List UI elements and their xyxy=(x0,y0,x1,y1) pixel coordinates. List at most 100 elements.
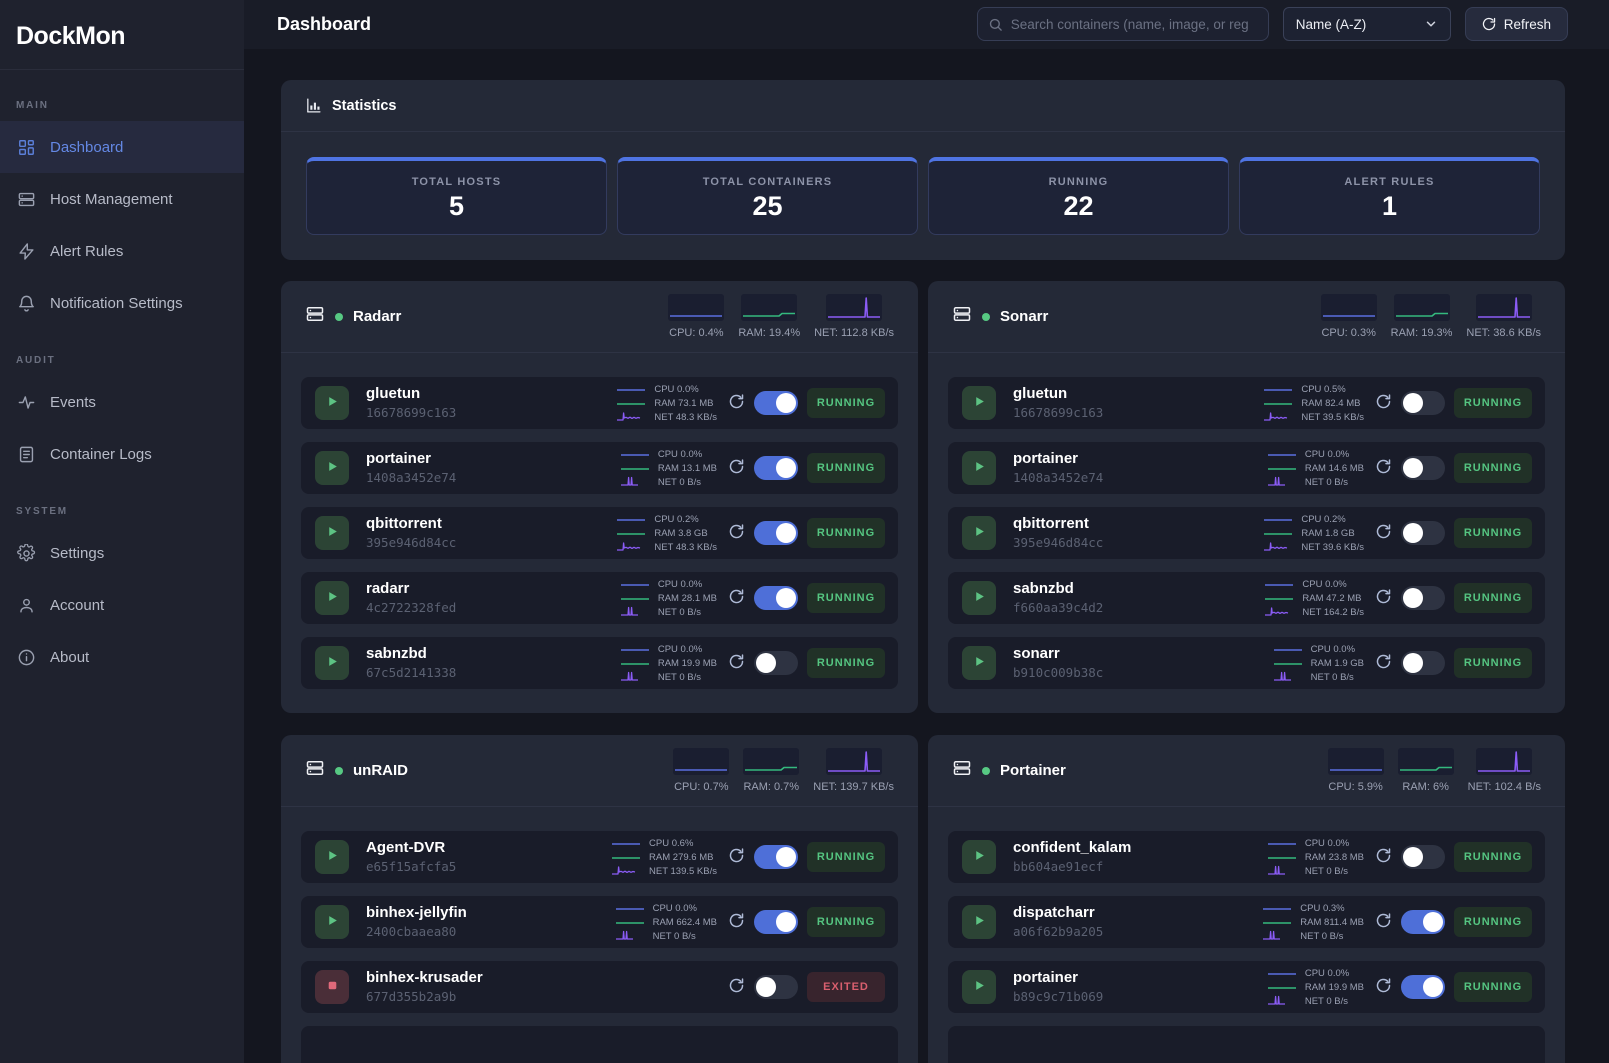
container-row[interactable]: confident_kalam bb604ae91ecf CPU 0.0% RA… xyxy=(948,831,1545,883)
auto-restart-toggle[interactable] xyxy=(1401,910,1445,934)
auto-restart-toggle[interactable] xyxy=(754,586,798,610)
sidebar-item-container-logs[interactable]: Container Logs xyxy=(0,428,244,480)
container-row[interactable]: binhex-jellyfin 2400cbaaea80 CPU 0.0% RA… xyxy=(301,896,898,948)
auto-restart-toggle[interactable] xyxy=(1401,975,1445,999)
play-icon xyxy=(326,395,339,411)
auto-restart-toggle[interactable] xyxy=(1401,845,1445,869)
container-row[interactable]: portainer b89c9c71b069 CPU 0.0% RAM 19.9… xyxy=(948,961,1545,1013)
container-id: 67c5d2141338 xyxy=(366,665,456,680)
start-button[interactable] xyxy=(315,581,349,615)
restart-button[interactable] xyxy=(728,588,745,608)
start-button[interactable] xyxy=(962,516,996,550)
container-row[interactable]: sonarr b910c009b38c CPU 0.0% RAM 1.9 GB … xyxy=(948,637,1545,689)
auto-restart-toggle[interactable] xyxy=(1401,521,1445,545)
container-id: b910c009b38c xyxy=(1013,665,1103,680)
restart-button[interactable] xyxy=(1375,588,1392,608)
stop-button[interactable] xyxy=(315,970,349,1004)
restart-button[interactable] xyxy=(1375,847,1392,867)
restart-button[interactable] xyxy=(1375,912,1392,932)
auto-restart-toggle[interactable] xyxy=(754,651,798,675)
ram-value: RAM 811.4 MB xyxy=(1300,917,1364,928)
start-button[interactable] xyxy=(962,646,996,680)
play-icon xyxy=(973,849,986,865)
restart-button[interactable] xyxy=(728,977,745,997)
container-identity: binhex-jellyfin 2400cbaaea80 xyxy=(366,905,467,940)
container-mini-stats: CPU 0.3% RAM 811.4 MB NET 0 B/s xyxy=(1262,902,1364,943)
sidebar-item-about[interactable]: About xyxy=(0,631,244,683)
auto-restart-toggle[interactable] xyxy=(1401,456,1445,480)
container-row[interactable]: sabnzbd 67c5d2141338 CPU 0.0% RAM 19.9 M… xyxy=(301,637,898,689)
auto-restart-toggle[interactable] xyxy=(754,845,798,869)
container-row[interactable]: binhex-krusader 677d355b2a9b EXITED xyxy=(301,961,898,1013)
container-mini-stats: CPU 0.0% RAM 19.9 MB NET 0 B/s xyxy=(620,643,717,684)
auto-restart-toggle[interactable] xyxy=(754,521,798,545)
restart-button[interactable] xyxy=(728,523,745,543)
start-button[interactable] xyxy=(315,905,349,939)
restart-button[interactable] xyxy=(1375,977,1392,997)
restart-button[interactable] xyxy=(1375,393,1392,413)
sidebar-item-events[interactable]: Events xyxy=(0,376,244,428)
container-row[interactable]: portainer 1408a3452e74 CPU 0.0% RAM 13.1… xyxy=(301,442,898,494)
start-button[interactable] xyxy=(962,451,996,485)
container-row[interactable]: dispatcharr a06f62b9a205 CPU 0.3% RAM 81… xyxy=(948,896,1545,948)
restart-button[interactable] xyxy=(1375,653,1392,673)
auto-restart-toggle[interactable] xyxy=(754,456,798,480)
container-row[interactable] xyxy=(301,1026,898,1063)
sidebar-item-account[interactable]: Account xyxy=(0,579,244,631)
restart-button[interactable] xyxy=(728,653,745,673)
auto-restart-toggle[interactable] xyxy=(1401,586,1445,610)
container-row[interactable]: gluetun 16678699c163 CPU 0.5% RAM 82.4 M… xyxy=(948,377,1545,429)
status-badge: RUNNING xyxy=(1454,907,1532,937)
start-button[interactable] xyxy=(315,451,349,485)
restart-button[interactable] xyxy=(1375,523,1392,543)
start-button[interactable] xyxy=(315,840,349,874)
auto-restart-toggle[interactable] xyxy=(1401,391,1445,415)
status-badge: RUNNING xyxy=(807,518,885,548)
auto-restart-toggle[interactable] xyxy=(754,910,798,934)
sidebar-item-dashboard[interactable]: Dashboard xyxy=(0,121,244,173)
search-box[interactable] xyxy=(977,7,1269,41)
container-row[interactable]: Agent-DVR e65f15afcfa5 CPU 0.6% RAM 279.… xyxy=(301,831,898,883)
container-row[interactable]: radarr 4c2722328fed CPU 0.0% RAM 28.1 MB… xyxy=(301,572,898,624)
container-id: 1408a3452e74 xyxy=(1013,470,1103,485)
start-button[interactable] xyxy=(962,905,996,939)
sort-dropdown[interactable]: Name (A-Z) xyxy=(1283,7,1451,41)
start-button[interactable] xyxy=(315,516,349,550)
ram-value: RAM 73.1 MB xyxy=(654,398,713,409)
start-button[interactable] xyxy=(962,386,996,420)
sidebar-item-settings[interactable]: Settings xyxy=(0,527,244,579)
container-id: f660aa39c4d2 xyxy=(1013,600,1103,615)
auto-restart-toggle[interactable] xyxy=(754,391,798,415)
restart-icon xyxy=(1375,588,1392,608)
search-input[interactable] xyxy=(1011,17,1258,32)
net-value: NET 0 B/s xyxy=(653,931,696,942)
restart-button[interactable] xyxy=(728,847,745,867)
start-button[interactable] xyxy=(315,386,349,420)
ram-value: RAM 662.4 MB xyxy=(653,917,717,928)
sidebar-item-notification-settings[interactable]: Notification Settings xyxy=(0,277,244,329)
start-button[interactable] xyxy=(315,646,349,680)
sidebar-item-label: Dashboard xyxy=(50,139,123,156)
auto-restart-toggle[interactable] xyxy=(1401,651,1445,675)
sidebar-item-alert-rules[interactable]: Alert Rules xyxy=(0,225,244,277)
net-value: NET 0 B/s xyxy=(1305,996,1348,1007)
container-row[interactable]: qbittorrent 395e946d84cc CPU 0.2% RAM 3.… xyxy=(301,507,898,559)
container-row[interactable] xyxy=(948,1026,1545,1063)
restart-button[interactable] xyxy=(728,458,745,478)
server-icon xyxy=(952,758,972,783)
container-row[interactable]: sabnzbd f660aa39c4d2 CPU 0.0% RAM 47.2 M… xyxy=(948,572,1545,624)
refresh-button[interactable]: Refresh xyxy=(1465,7,1568,41)
auto-restart-toggle[interactable] xyxy=(754,975,798,999)
start-button[interactable] xyxy=(962,970,996,1004)
container-row[interactable]: portainer 1408a3452e74 CPU 0.0% RAM 14.6… xyxy=(948,442,1545,494)
restart-button[interactable] xyxy=(1375,458,1392,478)
start-button[interactable] xyxy=(962,581,996,615)
container-row[interactable]: qbittorrent 395e946d84cc CPU 0.2% RAM 1.… xyxy=(948,507,1545,559)
page-title: Dashboard xyxy=(277,14,371,35)
restart-button[interactable] xyxy=(728,393,745,413)
container-controls: CPU 0.2% RAM 3.8 GB NET 48.3 KB/s RUNNIN… xyxy=(616,513,885,554)
start-button[interactable] xyxy=(962,840,996,874)
restart-button[interactable] xyxy=(728,912,745,932)
sidebar-item-host-management[interactable]: Host Management xyxy=(0,173,244,225)
container-row[interactable]: gluetun 16678699c163 CPU 0.0% RAM 73.1 M… xyxy=(301,377,898,429)
